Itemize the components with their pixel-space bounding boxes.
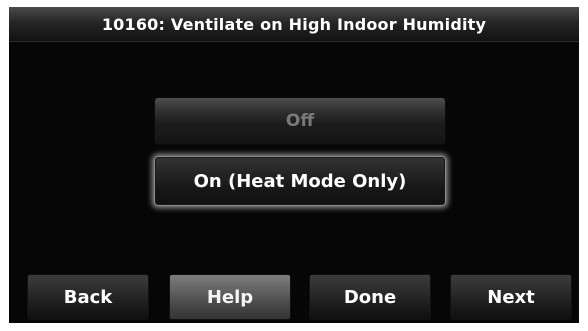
back-button[interactable]: Back bbox=[27, 274, 149, 320]
help-button[interactable]: Help bbox=[169, 274, 291, 320]
page-title: 10160: Ventilate on High Indoor Humidity bbox=[9, 7, 579, 42]
next-button[interactable]: Next bbox=[450, 274, 572, 320]
option-on-heat-mode-only-button[interactable]: On (Heat Mode Only) bbox=[154, 156, 446, 206]
done-button[interactable]: Done bbox=[309, 274, 431, 320]
option-off-label: Off bbox=[285, 111, 315, 131]
option-off-button[interactable]: Off bbox=[154, 97, 446, 145]
thermostat-screen: 10160: Ventilate on High Indoor Humidity… bbox=[9, 7, 579, 323]
option-on-label: On (Heat Mode Only) bbox=[193, 170, 407, 192]
